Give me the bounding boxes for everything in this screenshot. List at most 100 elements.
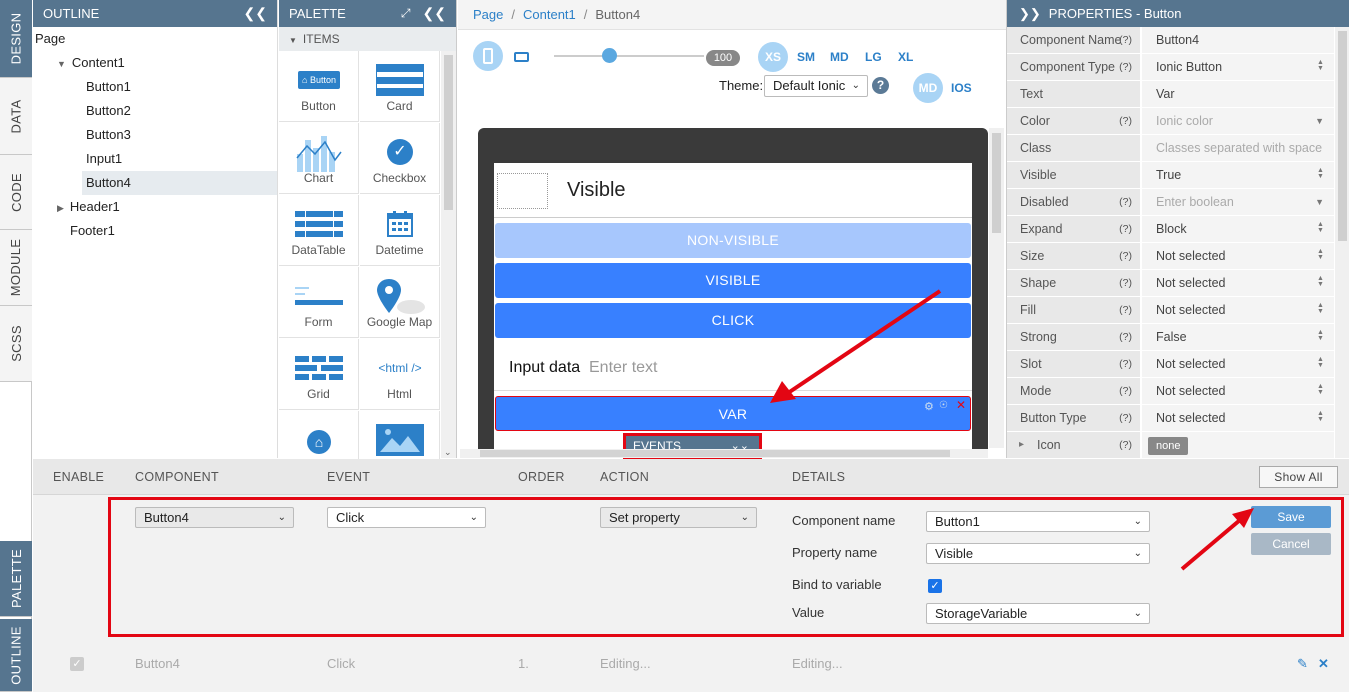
button-non-visible[interactable]: NON-VISIBLE	[495, 223, 971, 258]
help-hint[interactable]: (?)	[1119, 189, 1132, 215]
delete-x-icon[interactable]: ✕	[956, 398, 966, 412]
property-row[interactable]: Slot (?) Not selected ▲▼	[1007, 351, 1334, 378]
property-row[interactable]: Size (?) Not selected ▲▼	[1007, 243, 1334, 270]
palette-item-form[interactable]: Form	[279, 267, 359, 338]
breakpoint-md[interactable]: MD	[830, 50, 849, 64]
tree-item-page[interactable]: Page	[33, 27, 277, 51]
property-value[interactable]: Ionic Button ▲▼	[1142, 54, 1334, 80]
help-hint[interactable]: (?)	[1119, 297, 1132, 323]
breadcrumb-content1[interactable]: Content1	[523, 7, 576, 22]
help-hint[interactable]: (?)	[1119, 216, 1132, 242]
breakpoint-xs[interactable]: XS	[758, 42, 788, 72]
expand-icon[interactable]: ⤢	[401, 6, 411, 21]
tab-data[interactable]: DATA	[0, 78, 32, 155]
property-row[interactable]: Mode (?) Not selected ▲▼	[1007, 378, 1334, 405]
property-value[interactable]: Button4	[1142, 27, 1334, 53]
tree-item-input1[interactable]: Input1	[33, 147, 277, 171]
zoom-slider-handle[interactable]	[602, 48, 617, 63]
tab-design[interactable]: DESIGN	[0, 0, 32, 78]
palette-item-card[interactable]: Card	[360, 51, 440, 122]
breakpoint-xl[interactable]: XL	[898, 50, 913, 64]
tab-scss[interactable]: SCSS	[0, 306, 32, 382]
palette-section-header[interactable]: ▼ ITEMS	[279, 27, 456, 51]
tablet-landscape-icon[interactable]	[514, 52, 529, 62]
tab-code[interactable]: CODE	[0, 155, 32, 230]
help-hint[interactable]: (?)	[1119, 378, 1132, 404]
help-hint[interactable]: (?)	[1119, 108, 1132, 134]
help-hint[interactable]: (?)	[1119, 324, 1132, 350]
double-chevron-left-icon[interactable]: ❮❮	[423, 5, 446, 22]
help-hint[interactable]: (?)	[1119, 54, 1132, 80]
tree-item-button4[interactable]: Button4	[82, 171, 277, 195]
double-chevron-left-icon[interactable]: ❮❮	[244, 5, 267, 22]
property-row[interactable]: Expand (?) Block ▲▼	[1007, 216, 1334, 243]
caret-down-icon[interactable]: ▼	[57, 59, 66, 69]
breadcrumb-page[interactable]: Page	[473, 7, 503, 22]
caret-right-icon[interactable]: ▸	[1019, 432, 1024, 458]
tree-item-content1[interactable]: ▼ Content1	[33, 51, 277, 75]
palette-scrollbar[interactable]: ⌄	[441, 51, 456, 458]
property-row[interactable]: Strong (?) False ▲▼	[1007, 324, 1334, 351]
property-row[interactable]: Component Name (?) Button4	[1007, 27, 1334, 54]
property-value[interactable]: Not selected ▲▼	[1142, 405, 1334, 431]
mode-ios[interactable]: IOS	[951, 81, 972, 95]
palette-item-datetime[interactable]: Datetime	[360, 195, 440, 266]
breakpoint-sm[interactable]: SM	[797, 50, 815, 64]
tree-item-header1[interactable]: ▶ Header1	[33, 195, 277, 219]
property-value[interactable]: Enter boolean ▼	[1142, 189, 1334, 215]
palette-item-chart[interactable]: Chart	[279, 123, 359, 194]
property-row[interactable]: Color (?) Ionic color ▼	[1007, 108, 1334, 135]
help-hint[interactable]: (?)	[1119, 270, 1132, 296]
palette-item-image[interactable]	[360, 411, 440, 461]
tree-item-button3[interactable]: Button3	[33, 123, 277, 147]
help-hint[interactable]: (?)	[1119, 432, 1132, 458]
property-row[interactable]: Button Type (?) Not selected ▲▼	[1007, 405, 1334, 432]
property-value[interactable]: Classes separated with space	[1142, 135, 1334, 161]
palette-item-datatable[interactable]: DataTable	[279, 195, 359, 266]
property-value[interactable]: True ▲▼	[1142, 162, 1334, 188]
double-chevron-right-icon[interactable]: ❯❯	[1019, 6, 1041, 22]
help-hint[interactable]: (?)	[1119, 243, 1132, 269]
event-row[interactable]: ✓ Button4 Click 1. Editing... Editing...…	[33, 649, 1349, 681]
mode-md[interactable]: MD	[913, 73, 943, 103]
palette-item-home[interactable]: ⌂	[279, 411, 359, 461]
breakpoint-lg[interactable]: LG	[865, 50, 882, 64]
help-hint[interactable]: (?)	[1119, 27, 1132, 53]
property-value[interactable]: Ionic color ▼	[1142, 108, 1334, 134]
caret-right-icon[interactable]: ▶	[57, 203, 64, 213]
zoom-slider[interactable]	[554, 48, 704, 63]
tree-item-footer1[interactable]: Footer1	[33, 219, 277, 243]
property-row[interactable]: Shape (?) Not selected ▲▼	[1007, 270, 1334, 297]
palette-item-grid[interactable]: Grid	[279, 339, 359, 410]
palette-item-html[interactable]: <html /> Html	[360, 339, 440, 410]
property-value[interactable]: Not selected ▲▼	[1142, 351, 1334, 377]
property-row[interactable]: Text Var	[1007, 81, 1334, 108]
tab-module[interactable]: MODULE	[0, 230, 32, 306]
tab-outline[interactable]: OUTLINE	[0, 619, 32, 692]
event-enabled-checkbox[interactable]: ✓	[70, 657, 84, 671]
property-value[interactable]: Not selected ▲▼	[1142, 297, 1334, 323]
delete-x-icon[interactable]: ✕	[1318, 656, 1329, 672]
property-row[interactable]: Fill (?) Not selected ▲▼	[1007, 297, 1334, 324]
palette-item-google-map[interactable]: Google Map	[360, 267, 440, 338]
property-row[interactable]: Disabled (?) Enter boolean ▼	[1007, 189, 1334, 216]
edit-pencil-icon[interactable]: ✎	[1297, 656, 1308, 672]
property-row[interactable]: Class Classes separated with space	[1007, 135, 1334, 162]
property-value[interactable]: False ▲▼	[1142, 324, 1334, 350]
input-placeholder[interactable]: Enter text	[589, 359, 657, 377]
property-row[interactable]: ▸ Icon (?) none	[1007, 432, 1334, 459]
property-value[interactable]: Not selected ▲▼	[1142, 243, 1334, 269]
property-row[interactable]: Visible True ▲▼	[1007, 162, 1334, 189]
tab-palette[interactable]: PALETTE	[0, 541, 32, 617]
device-phone-button[interactable]	[473, 41, 503, 71]
property-row[interactable]: Component Type (?) Ionic Button ▲▼	[1007, 54, 1334, 81]
palette-item-checkbox[interactable]: ✓ Checkbox	[360, 123, 440, 194]
property-value[interactable]: none	[1142, 432, 1334, 458]
property-value[interactable]: Not selected ▲▼	[1142, 270, 1334, 296]
property-value[interactable]: Var	[1142, 81, 1334, 107]
canvas-horizontal-scrollbar[interactable]	[460, 449, 988, 458]
tree-item-button1[interactable]: Button1	[33, 75, 277, 99]
palette-item-button[interactable]: ⌂ Button Button	[279, 51, 359, 122]
icon-none-badge[interactable]: none	[1148, 437, 1189, 455]
help-hint[interactable]: (?)	[1119, 351, 1132, 377]
